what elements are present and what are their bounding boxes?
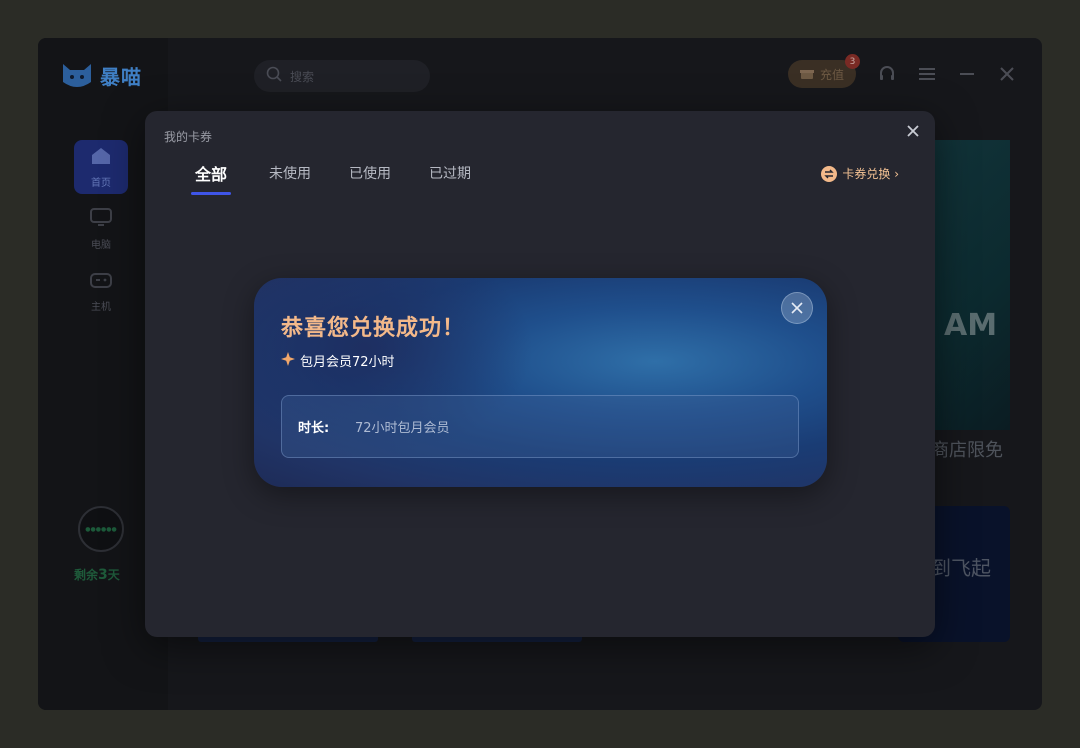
subtitle-text: 包月会员72小时 — [300, 355, 395, 370]
headset-icon[interactable] — [878, 65, 896, 83]
dialog-close-button[interactable] — [903, 121, 923, 141]
search-placeholder: 搜索 — [290, 69, 315, 84]
dialog-title: 我的卡券 — [164, 130, 213, 144]
tab-unused[interactable]: 未使用 — [269, 163, 311, 195]
nav-label-home: 首页 — [91, 177, 111, 189]
topbar-actions: 充值 3 — [787, 54, 1016, 88]
tab-all[interactable]: 全部 — [190, 161, 232, 195]
remain-prefix: 剩余 — [74, 568, 99, 582]
close-icon — [791, 299, 803, 318]
remain-days-value: 3 — [98, 567, 108, 583]
minimize-icon[interactable] — [958, 65, 976, 83]
avatar[interactable]: ●●●●●● — [78, 506, 124, 552]
search-icon — [266, 66, 282, 86]
success-subtitle: 包月会员72小时 — [281, 351, 395, 370]
promo-banner-text: 到飞起 — [931, 556, 991, 580]
app-logo: 暴喵 — [60, 60, 142, 90]
nav-item-pc[interactable]: 电脑 — [74, 202, 128, 256]
nav-label-console: 主机 — [91, 301, 111, 313]
cat-logo-icon — [60, 60, 94, 90]
logo-text: 暴喵 — [100, 64, 142, 89]
search-box[interactable]: 搜索 — [254, 60, 430, 92]
detail-value: 72小时包月会员 — [355, 421, 450, 436]
home-icon — [90, 146, 112, 170]
remaining-days: 剩余3天 — [74, 566, 120, 583]
coupon-tabs: 全部 未使用 已使用 已过期 — [190, 161, 509, 195]
nav-item-console[interactable]: 主机 — [74, 264, 128, 318]
remain-suffix: 天 — [107, 568, 120, 582]
detail-key: 时长: — [298, 421, 330, 436]
avatar-image: ●●●●●● — [85, 525, 117, 533]
monitor-icon — [89, 207, 113, 232]
notification-badge: 3 — [845, 54, 860, 69]
close-icon — [907, 122, 919, 141]
banner-text: AM — [944, 308, 998, 343]
recharge-label: 充值 — [819, 67, 844, 82]
detail-box: 时长: 72小时包月会员 — [281, 395, 799, 458]
gamepad-icon — [89, 270, 113, 294]
tab-used[interactable]: 已使用 — [349, 163, 391, 195]
nav-label-pc: 电脑 — [91, 239, 111, 251]
sparkle-icon — [281, 351, 295, 370]
redeem-coupon-link[interactable]: 卡券兑换 › — [821, 165, 899, 182]
nav-item-home[interactable]: 首页 — [74, 140, 128, 194]
redeem-success-popup: 恭喜您兑换成功！ 包月会员72小时 时长: 72小时包月会员 — [254, 278, 827, 487]
menu-icon[interactable] — [918, 65, 936, 83]
gift-icon — [799, 65, 814, 84]
banner-caption: 商店限免 — [931, 440, 1003, 461]
recharge-button[interactable]: 充值 3 — [787, 54, 860, 88]
window-close-icon[interactable] — [998, 65, 1016, 83]
success-title: 恭喜您兑换成功！ — [281, 316, 466, 341]
exchange-icon — [821, 165, 838, 182]
popup-close-button[interactable] — [781, 292, 813, 324]
redeem-label: 卡券兑换 › — [842, 167, 899, 181]
tab-expired[interactable]: 已过期 — [429, 163, 471, 195]
